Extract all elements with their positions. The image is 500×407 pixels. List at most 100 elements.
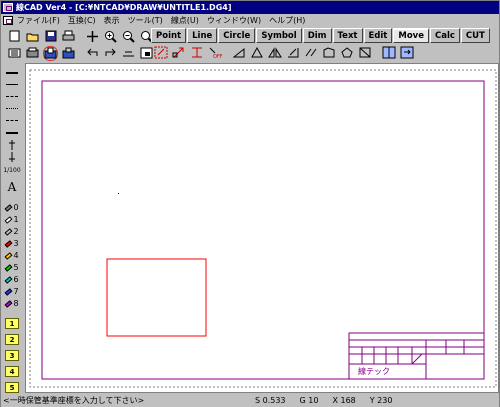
tab-dim[interactable]: Dim: [302, 28, 332, 43]
pen-7[interactable]: 7: [3, 286, 21, 297]
layer-2[interactable]: 2: [3, 333, 21, 346]
layer-3[interactable]: 3: [3, 349, 21, 362]
skew-icon[interactable]: [285, 45, 300, 60]
drawing-canvas[interactable]: 線テック: [25, 63, 499, 393]
array-icon[interactable]: [321, 45, 336, 60]
plot-icon[interactable]: [25, 46, 40, 61]
move-off-icon[interactable]: OFF: [207, 45, 222, 60]
save-icon[interactable]: [43, 29, 58, 44]
tab-text[interactable]: Text: [332, 28, 363, 43]
layer-5[interactable]: 5: [3, 381, 21, 394]
open-folder-icon[interactable]: [25, 29, 40, 44]
left-palette: 1/100 A 0 1 2 3 4 5 6 7 8 1 2 3 4 5: [1, 63, 23, 393]
drawing-svg[interactable]: 線テック: [26, 64, 498, 392]
stretch-icon[interactable]: [303, 45, 318, 60]
paper-outline: [29, 69, 497, 388]
pen-label: 1: [13, 215, 19, 224]
polygon-move-icon[interactable]: [339, 45, 354, 60]
menu-view[interactable]: 表示: [104, 15, 120, 26]
frame-icon[interactable]: [139, 46, 154, 61]
pen-5[interactable]: 5: [3, 262, 21, 273]
line-thick-solid[interactable]: [3, 127, 21, 138]
tab-calc[interactable]: Calc: [429, 28, 460, 43]
line-solid-thick[interactable]: [3, 67, 21, 78]
layer-label: 3: [5, 350, 19, 361]
drawn-rectangle[interactable]: [106, 258, 207, 337]
title-bar[interactable]: 線CAD Ver4 - [C:¥NTCAD¥DRAW¥UNTITLE1.DG4]: [1, 1, 499, 14]
box-move-icon[interactable]: [357, 45, 372, 60]
pen-label: 2: [13, 227, 19, 236]
pen-label: 0: [13, 203, 19, 212]
tab-move[interactable]: Move: [393, 28, 429, 43]
layer-icon[interactable]: [7, 46, 22, 61]
new-file-icon[interactable]: [7, 29, 22, 44]
pen-label: 3: [13, 239, 19, 248]
pen-label: 5: [13, 263, 19, 272]
zoom-out-icon[interactable]: [121, 29, 136, 44]
menu-tools[interactable]: ツール(T): [128, 15, 163, 26]
line-chain[interactable]: [3, 115, 21, 126]
main-toolbar: [7, 28, 157, 44]
temporary-store-icon[interactable]: [43, 45, 58, 61]
undo-icon[interactable]: [85, 46, 100, 61]
tab-symbol[interactable]: Symbol: [256, 28, 302, 43]
pen-3[interactable]: 3: [3, 238, 21, 249]
line-solid-thin[interactable]: [3, 79, 21, 90]
sheet-border: [41, 80, 485, 380]
text-tool-icon[interactable]: A: [3, 180, 21, 194]
pen-label: 6: [13, 275, 19, 284]
pen-8[interactable]: 8: [3, 298, 21, 309]
mirror-icon[interactable]: [267, 45, 282, 60]
window-title: 線CAD Ver4 - [C:¥NTCAD¥DRAW¥UNTITLE1.DG4]: [16, 3, 232, 12]
redo-icon[interactable]: [103, 46, 118, 61]
secondary-toolbar: [7, 45, 157, 61]
tab-edit[interactable]: Edit: [363, 28, 393, 43]
pen-0[interactable]: 0: [3, 202, 21, 213]
line-dashed[interactable]: [3, 91, 21, 102]
app-icon: [3, 3, 13, 12]
split-right-icon[interactable]: [399, 45, 414, 60]
menu-point[interactable]: 線点(U): [171, 15, 199, 26]
scale-up-icon[interactable]: [3, 139, 21, 150]
layer-1[interactable]: 1: [3, 317, 21, 330]
rotate-icon[interactable]: [231, 45, 246, 60]
pen-2[interactable]: 2: [3, 226, 21, 237]
select-move-icon[interactable]: [153, 45, 168, 60]
menu-help[interactable]: ヘルプ(H): [269, 15, 305, 26]
offset-icon[interactable]: [189, 45, 204, 60]
menu-window[interactable]: ウィンドウ(W): [207, 15, 261, 26]
clear-icon[interactable]: [121, 46, 136, 61]
app-window: 線CAD Ver4 - [C:¥NTCAD¥DRAW¥UNTITLE1.DG4]…: [0, 0, 500, 407]
scale-down-icon[interactable]: [3, 151, 21, 162]
print-icon[interactable]: [61, 29, 76, 44]
pen-4[interactable]: 4: [3, 250, 21, 261]
menu-file[interactable]: ファイル(F): [17, 15, 60, 26]
tab-line[interactable]: Line: [187, 28, 218, 43]
split-left-icon[interactable]: [381, 45, 396, 60]
line-dotted[interactable]: [3, 103, 21, 114]
layer-label: 1: [5, 318, 19, 329]
tab-cut[interactable]: CUT: [460, 28, 490, 43]
temporary-recall-icon[interactable]: [61, 46, 76, 61]
pan-move-icon[interactable]: [85, 29, 100, 44]
scale-ratio-label: 1/100: [3, 166, 21, 174]
tab-point[interactable]: Point: [151, 28, 187, 43]
pen-1[interactable]: 1: [3, 214, 21, 225]
title-block-company: 線テック: [358, 366, 390, 376]
pen-label: 7: [13, 287, 19, 296]
scale-icon[interactable]: [249, 45, 264, 60]
status-y: Y 230: [369, 396, 393, 405]
pen-6[interactable]: 6: [3, 274, 21, 285]
tab-circle[interactable]: Circle: [218, 28, 256, 43]
zoom-in-icon[interactable]: [103, 29, 118, 44]
scale-label[interactable]: 1/100: [3, 163, 21, 177]
cursor-point: [118, 193, 119, 194]
menu-compat[interactable]: 互換(C): [68, 15, 96, 26]
pen-label: 4: [13, 251, 19, 260]
title-block: 線テック: [348, 332, 485, 380]
document-icon[interactable]: [3, 16, 13, 25]
copy-move-icon[interactable]: [171, 45, 186, 60]
layer-label: 4: [5, 366, 19, 377]
status-scale: S 0.533: [255, 396, 286, 405]
layer-4[interactable]: 4: [3, 365, 21, 378]
